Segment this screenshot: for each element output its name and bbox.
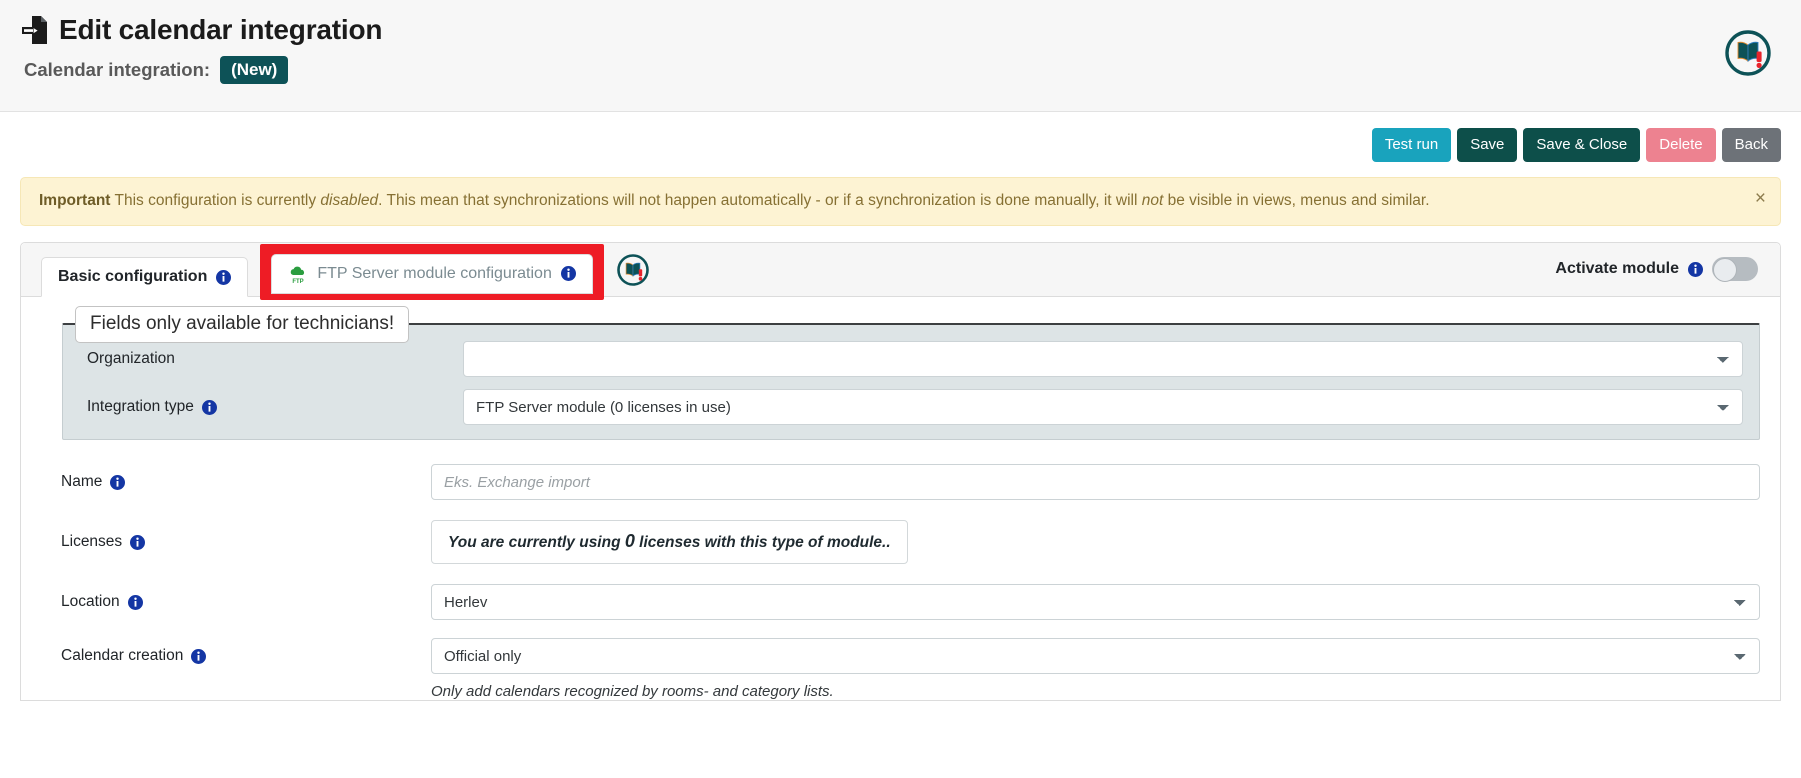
location-label-wrap: Location <box>41 593 431 611</box>
licenses-status-box: You are currently using 0 licenses with … <box>431 520 908 564</box>
info-icon[interactable] <box>110 474 126 490</box>
name-row: Name <box>41 458 1760 506</box>
save-button[interactable]: Save <box>1457 128 1518 162</box>
configuration-panel: Basic configuration FTP FTP Server modul… <box>20 242 1781 701</box>
integration-type-label: Integration type <box>87 398 194 415</box>
action-bar: Test run Save Save & Close Delete Back <box>0 112 1801 162</box>
calendar-creation-label-wrap: Calendar creation <box>41 638 431 665</box>
info-icon[interactable] <box>560 266 576 281</box>
name-label: Name <box>61 473 103 490</box>
alert-text-1: This configuration is currently <box>110 192 321 209</box>
subtitle-row: Calendar integration: (New) <box>24 56 1801 84</box>
delete-button[interactable]: Delete <box>1646 128 1716 162</box>
info-icon[interactable] <box>130 534 146 550</box>
main-fields: Name Licenses <box>41 440 1760 700</box>
activate-module-control: Activate module <box>1555 257 1758 282</box>
test-run-button[interactable]: Test run <box>1371 128 1452 162</box>
alert-em-2: not <box>1141 192 1164 209</box>
document-import-icon <box>22 16 47 44</box>
organization-select[interactable] <box>463 341 1743 377</box>
name-input[interactable] <box>431 464 1760 500</box>
info-icon[interactable] <box>1688 261 1703 277</box>
licenses-field: You are currently using 0 licenses with … <box>431 520 1760 564</box>
book-alert-icon[interactable] <box>616 253 650 287</box>
info-icon[interactable] <box>127 594 143 610</box>
licenses-text-after: licenses with this type of module.. <box>634 534 891 551</box>
title-row: Edit calendar integration <box>22 14 1801 46</box>
ftp-cloud-icon: FTP <box>291 266 305 284</box>
alert-text-3: be visible in views, menus and similar. <box>1163 192 1430 209</box>
subtitle-label: Calendar integration: <box>24 59 211 80</box>
tab-ftp-label: FTP Server module configuration <box>317 264 552 282</box>
activate-module-toggle[interactable] <box>1712 257 1758 282</box>
calendar-creation-label: Calendar creation <box>61 647 184 664</box>
tab-basic-configuration[interactable]: Basic configuration <box>41 257 249 297</box>
info-icon[interactable] <box>216 269 232 285</box>
licenses-count: 0 <box>624 531 635 551</box>
location-label: Location <box>61 593 120 610</box>
page-title: Edit calendar integration <box>59 14 383 45</box>
important-alert: Important This configuration is currentl… <box>20 177 1781 226</box>
location-row: Location Herlev <box>41 578 1760 626</box>
integration-type-row: Integration type FTP Server module (0 li… <box>79 389 1743 425</box>
calendar-creation-row: Calendar creation Official only Only add… <box>41 638 1760 700</box>
back-button[interactable]: Back <box>1721 128 1781 162</box>
organization-field <box>463 341 1743 377</box>
name-field <box>431 464 1760 500</box>
location-field: Herlev <box>431 584 1760 620</box>
tab-basic-label: Basic configuration <box>58 268 208 285</box>
book-alert-logo <box>1725 30 1771 76</box>
info-icon[interactable] <box>191 648 207 664</box>
tab-ftp-highlight-box: FTP FTP Server module configuration <box>260 243 604 300</box>
integration-type-label-wrap: Integration type <box>79 398 463 416</box>
activate-module-label: Activate module <box>1555 260 1679 277</box>
calendar-creation-select[interactable]: Official only <box>431 638 1760 674</box>
save-and-close-button[interactable]: Save & Close <box>1523 128 1641 162</box>
licenses-label: Licenses <box>61 533 123 550</box>
close-icon[interactable]: × <box>1755 189 1766 208</box>
name-label-wrap: Name <box>41 473 431 491</box>
svg-text:FTP: FTP <box>293 279 304 284</box>
integration-type-select[interactable]: FTP Server module (0 licenses in use) <box>463 389 1743 425</box>
calendar-creation-field: Official only Only add calendars recogni… <box>431 638 1760 700</box>
page-header: Edit calendar integration Calendar integ… <box>0 0 1801 112</box>
integration-type-field: FTP Server module (0 licenses in use) <box>463 389 1743 425</box>
calendar-creation-help: Only add calendars recognized by rooms- … <box>431 683 834 700</box>
technician-fields-fieldset: Fields only available for technicians! O… <box>62 306 1760 440</box>
form-area: Fields only available for technicians! O… <box>21 297 1780 700</box>
location-select[interactable]: Herlev <box>431 584 1760 620</box>
alert-strong: Important <box>39 192 111 209</box>
organization-row: Organization <box>79 341 1743 377</box>
alert-em-1: disabled <box>320 192 379 209</box>
licenses-label-wrap: Licenses <box>41 533 431 551</box>
licenses-text-before: You are currently using <box>448 534 625 551</box>
tab-bar: Basic configuration FTP FTP Server modul… <box>21 243 1780 300</box>
licenses-row: Licenses You are currently using 0 licen… <box>41 518 1760 566</box>
alert-text-2: . This mean that synchronizations will n… <box>378 192 1142 209</box>
organization-label-wrap: Organization <box>79 350 463 368</box>
info-icon[interactable] <box>201 399 217 415</box>
tab-ftp-server-module-configuration[interactable]: FTP FTP Server module configuration <box>271 253 593 294</box>
status-badge: (New) <box>220 56 289 84</box>
technician-fields-legend: Fields only available for technicians! <box>75 306 410 343</box>
organization-label: Organization <box>87 350 175 367</box>
